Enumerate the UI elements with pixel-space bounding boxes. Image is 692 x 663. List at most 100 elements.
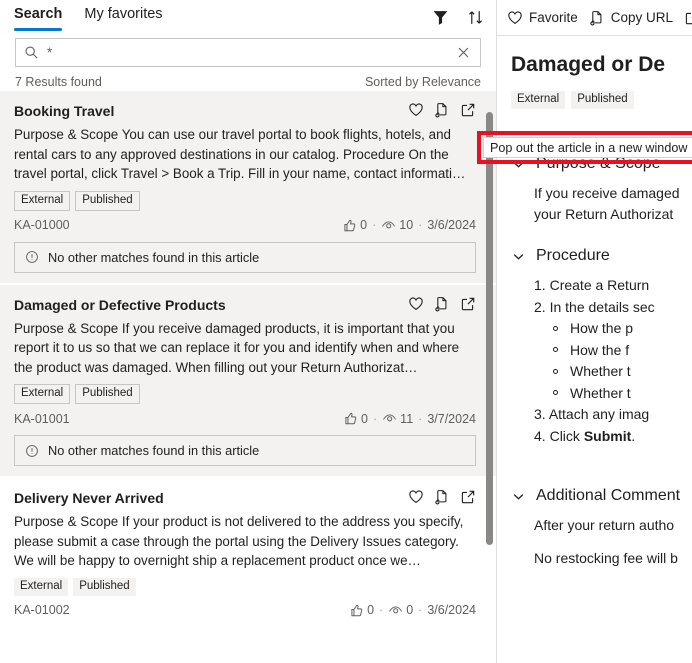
section-paragraph: No restocking fee will b <box>534 550 678 566</box>
clear-icon[interactable] <box>453 45 474 60</box>
sub-bullet: How the p <box>511 318 692 340</box>
favorite-heart-icon[interactable] <box>408 102 424 118</box>
result-card-actions <box>408 101 476 118</box>
result-badges: External Published <box>14 577 476 596</box>
article-pop-out-button[interactable] <box>684 10 692 26</box>
step-number: 3. <box>534 406 546 422</box>
meta-separator: · <box>373 411 378 426</box>
tab-bar: Search My favorites <box>0 0 496 34</box>
result-article-number: KA-01000 <box>14 218 70 232</box>
result-card-header: Damaged or Defective Products <box>14 295 476 314</box>
hollow-bullet-icon <box>553 325 558 331</box>
search-box[interactable] <box>15 38 481 67</box>
result-card[interactable]: Delivery Never Arrived Purpose & Scope I… <box>0 478 496 628</box>
article-sections: Purpose & Scope If you receive damaged y… <box>511 155 692 569</box>
result-title[interactable]: Booking Travel <box>14 101 408 120</box>
step-text: Click <box>549 427 584 444</box>
favorite-heart-icon <box>507 10 523 26</box>
copy-url-icon[interactable] <box>434 489 450 505</box>
article-body: Damaged or De External Published Purpose… <box>497 36 692 569</box>
section-paragraph: your Return Authorizat <box>534 206 674 222</box>
article-copy-url-button[interactable]: Copy URL <box>589 10 679 26</box>
search-results-panel: Search My favorites * 7 Results found So… <box>0 0 497 663</box>
step-text-tail: . <box>631 427 636 444</box>
favorite-heart-icon[interactable] <box>408 489 424 505</box>
procedure-step: 3. Attach any imag <box>534 404 692 426</box>
tab-search[interactable]: Search <box>14 6 63 31</box>
sort-order-label[interactable]: Sorted by Relevance <box>365 75 481 89</box>
hollow-bullet-icon <box>553 390 558 396</box>
result-list-scrollbar[interactable] <box>486 112 493 545</box>
sort-icon[interactable] <box>467 9 484 26</box>
chevron-down-icon <box>511 157 526 172</box>
chevron-down-icon <box>511 249 526 264</box>
result-badge: Published <box>75 190 140 211</box>
no-other-matches-label: No other matches found in this article <box>48 249 260 265</box>
procedure-ordered-list: 1. Create a Return 2. In the details sec <box>534 275 692 318</box>
section-header-additional-comments[interactable]: Additional Comment <box>511 487 692 505</box>
result-snippet: Purpose & Scope You can use our travel p… <box>14 127 466 181</box>
tab-my-favorites[interactable]: My favorites <box>84 6 162 29</box>
hollow-bullet-icon <box>553 347 558 353</box>
result-badges: External Published <box>14 384 476 404</box>
result-card[interactable]: Booking Travel Purpose & Scope You can u… <box>0 91 496 283</box>
step-number: 2. <box>534 298 546 315</box>
like-count: 0 <box>342 218 367 233</box>
result-card[interactable]: Damaged or Defective Products Purpose & … <box>0 284 496 476</box>
article-favorite-button[interactable]: Favorite <box>507 10 584 26</box>
eye-icon <box>388 603 403 618</box>
result-title[interactable]: Delivery Never Arrived <box>14 488 408 507</box>
article-badges: External Published <box>511 91 692 109</box>
result-meta-row: KA-01002 0 · 0 · 3/6/2024 <box>14 603 476 618</box>
step-text: Attach any imag <box>548 406 650 422</box>
copy-url-icon[interactable] <box>434 102 450 118</box>
search-box-wrapper <box>0 34 496 67</box>
view-count-value: 10 <box>399 218 414 232</box>
result-list[interactable]: Booking Travel Purpose & Scope You can u… <box>0 91 496 663</box>
article-toolbar: Favorite Copy URL <box>497 0 692 36</box>
filter-icon[interactable] <box>432 9 449 26</box>
article-badge-published: Published <box>571 91 634 109</box>
section-header-procedure[interactable]: Procedure <box>511 247 692 265</box>
meta-separator: · <box>372 218 377 232</box>
thumbs-up-icon <box>343 411 358 426</box>
like-count-value: 0 <box>361 411 368 426</box>
chevron-down-icon <box>511 489 526 504</box>
sub-bullet-text: Whether t <box>570 363 631 379</box>
section-paragraph: If you receive damaged <box>534 185 680 201</box>
pop-out-icon[interactable] <box>460 296 476 312</box>
view-count: 0 <box>388 603 413 618</box>
application-root: Search My favorites * 7 Results found So… <box>0 0 692 663</box>
pop-out-icon[interactable] <box>460 489 476 505</box>
section-title-additional-comments: Additional Comment <box>536 487 681 504</box>
search-input[interactable] <box>47 39 453 66</box>
result-badge: Published <box>73 577 136 596</box>
result-date: 3/6/2024 <box>427 603 476 617</box>
section-title-procedure: Procedure <box>536 247 610 264</box>
sub-bullet: Whether t <box>511 383 692 405</box>
procedure-ordered-list-cont: 3. Attach any imag 4. Click Submit. <box>534 404 692 447</box>
pop-out-icon[interactable] <box>460 102 476 118</box>
pop-out-icon <box>684 10 692 26</box>
result-badge: External <box>14 190 71 211</box>
result-stats: 0 · 11 · 3/7/2024 <box>343 411 476 426</box>
result-title[interactable]: Damaged or Defective Products <box>14 295 408 314</box>
eye-icon <box>381 218 396 233</box>
sub-bullet-text: How the p <box>570 320 634 336</box>
result-badge: Published <box>75 384 140 404</box>
copy-url-icon[interactable] <box>434 296 450 312</box>
result-date: 3/7/2024 <box>427 411 476 426</box>
hollow-bullet-icon <box>553 368 558 374</box>
procedure-step: 1. Create a Return <box>534 275 692 297</box>
favorite-heart-icon[interactable] <box>408 296 424 312</box>
eye-icon <box>382 411 397 426</box>
meta-separator: · <box>418 411 423 426</box>
step-text: In the details sec <box>549 298 655 315</box>
sub-bullet: Whether t <box>511 361 692 383</box>
article-favorite-label: Favorite <box>529 10 578 25</box>
result-date: 3/6/2024 <box>427 218 476 232</box>
article-title: Damaged or De <box>511 53 666 76</box>
result-stats: 0 · 10 · 3/6/2024 <box>342 218 476 233</box>
view-count: 11 <box>382 411 413 426</box>
tab-my-favorites-label: My favorites <box>84 5 163 22</box>
